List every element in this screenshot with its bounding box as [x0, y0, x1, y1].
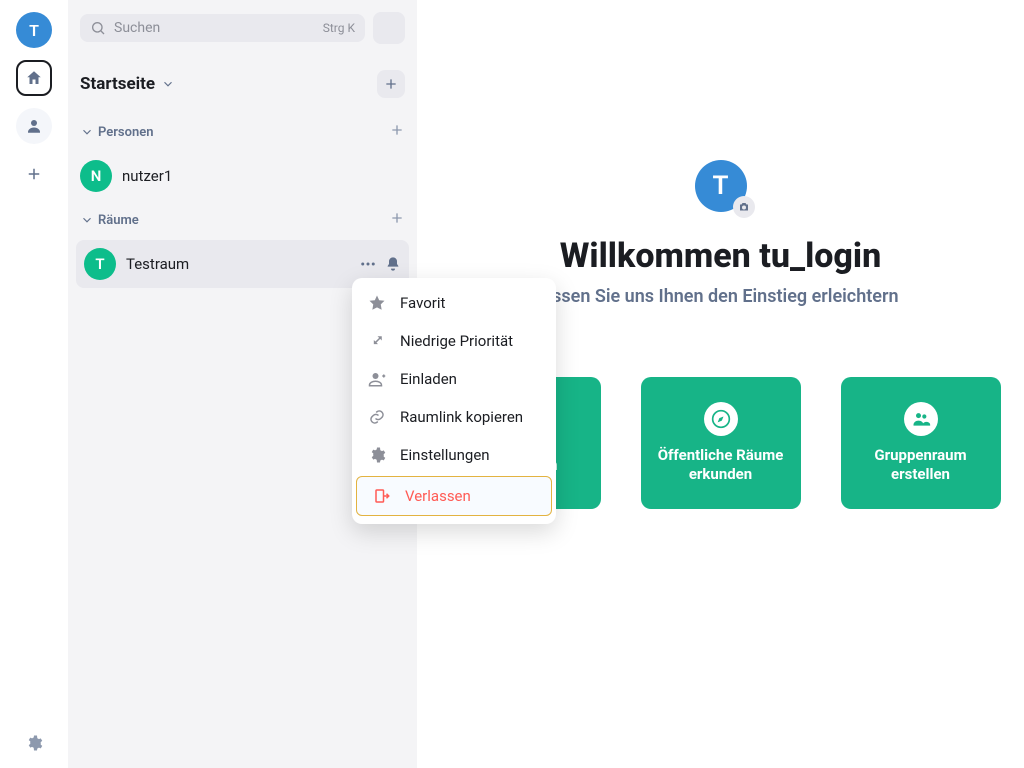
- card-explore-rooms[interactable]: Öffentliche Räume erkunden: [641, 377, 801, 509]
- menu-favorite[interactable]: Favorit: [352, 284, 556, 322]
- camera-icon: [738, 201, 750, 213]
- invite-icon: [368, 370, 386, 388]
- people-item-name: nutzer1: [122, 167, 172, 185]
- plus-icon: [25, 165, 43, 183]
- welcome-subtitle: assen Sie uns Ihnen den Einstieg erleich…: [542, 286, 898, 307]
- link-icon: [368, 408, 386, 426]
- avatar: N: [80, 160, 112, 192]
- rooms-group-label[interactable]: Räume: [98, 213, 139, 228]
- menu-label: Einstellungen: [400, 446, 490, 464]
- menu-copy-link[interactable]: Raumlink kopieren: [352, 398, 556, 436]
- search-input[interactable]: Suchen Strg K: [80, 14, 365, 42]
- room-item-name: Testraum: [126, 255, 189, 273]
- group-icon: [904, 402, 938, 436]
- room-context-menu: Favorit Niedrige Priorität Einladen Raum…: [352, 278, 556, 524]
- plus-icon: [389, 210, 405, 226]
- people-group-label[interactable]: Personen: [98, 125, 154, 140]
- space-add-button[interactable]: [377, 70, 405, 98]
- plus-icon: [389, 122, 405, 138]
- compass-icon: [704, 402, 738, 436]
- search-icon: [90, 20, 106, 36]
- person-icon: [25, 117, 43, 135]
- more-icon[interactable]: [359, 255, 377, 273]
- upload-avatar-button[interactable]: [733, 196, 755, 218]
- menu-leave[interactable]: Verlassen: [356, 476, 552, 516]
- user-avatar[interactable]: T: [16, 12, 52, 48]
- chevron-down-icon: [80, 213, 94, 227]
- menu-settings[interactable]: Einstellungen: [352, 436, 556, 474]
- menu-low-priority[interactable]: Niedrige Priorität: [352, 322, 556, 360]
- home-icon: [25, 69, 43, 87]
- menu-label: Favorit: [400, 294, 445, 312]
- chevron-down-icon: [161, 77, 175, 91]
- gear-icon: [368, 446, 386, 464]
- bell-icon[interactable]: [385, 256, 401, 272]
- rail-settings-button[interactable]: [25, 734, 43, 756]
- search-shortcut: Strg K: [323, 21, 355, 35]
- rail-add-space-button[interactable]: [16, 156, 52, 192]
- search-placeholder: Suchen: [114, 20, 160, 36]
- plus-icon: [383, 76, 399, 92]
- rooms-add-button[interactable]: [389, 210, 405, 230]
- explore-button[interactable]: [373, 12, 405, 44]
- people-add-button[interactable]: [389, 122, 405, 142]
- leave-icon: [373, 487, 391, 505]
- card-label: Gruppenraum erstellen: [853, 446, 989, 484]
- menu-invite[interactable]: Einladen: [352, 360, 556, 398]
- rail-people-button[interactable]: [16, 108, 52, 144]
- rail-home-button[interactable]: [16, 60, 52, 96]
- welcome-title: Willkommen tu_login: [560, 236, 881, 276]
- menu-label: Verlassen: [405, 487, 471, 505]
- gear-icon: [25, 734, 43, 752]
- people-item[interactable]: N nutzer1: [68, 152, 417, 200]
- menu-label: Einladen: [400, 370, 457, 388]
- avatar: T: [84, 248, 116, 280]
- chevron-down-icon: [80, 125, 94, 139]
- arrow-down-icon: [368, 332, 386, 350]
- card-label: Öffentliche Räume erkunden: [653, 446, 789, 484]
- space-title[interactable]: Startseite: [80, 74, 155, 94]
- menu-label: Niedrige Priorität: [400, 332, 513, 350]
- card-create-room[interactable]: Gruppenraum erstellen: [841, 377, 1001, 509]
- welcome-avatar[interactable]: T: [695, 160, 747, 212]
- menu-label: Raumlink kopieren: [400, 408, 523, 426]
- welcome-avatar-letter: T: [713, 171, 729, 201]
- star-icon: [368, 294, 386, 312]
